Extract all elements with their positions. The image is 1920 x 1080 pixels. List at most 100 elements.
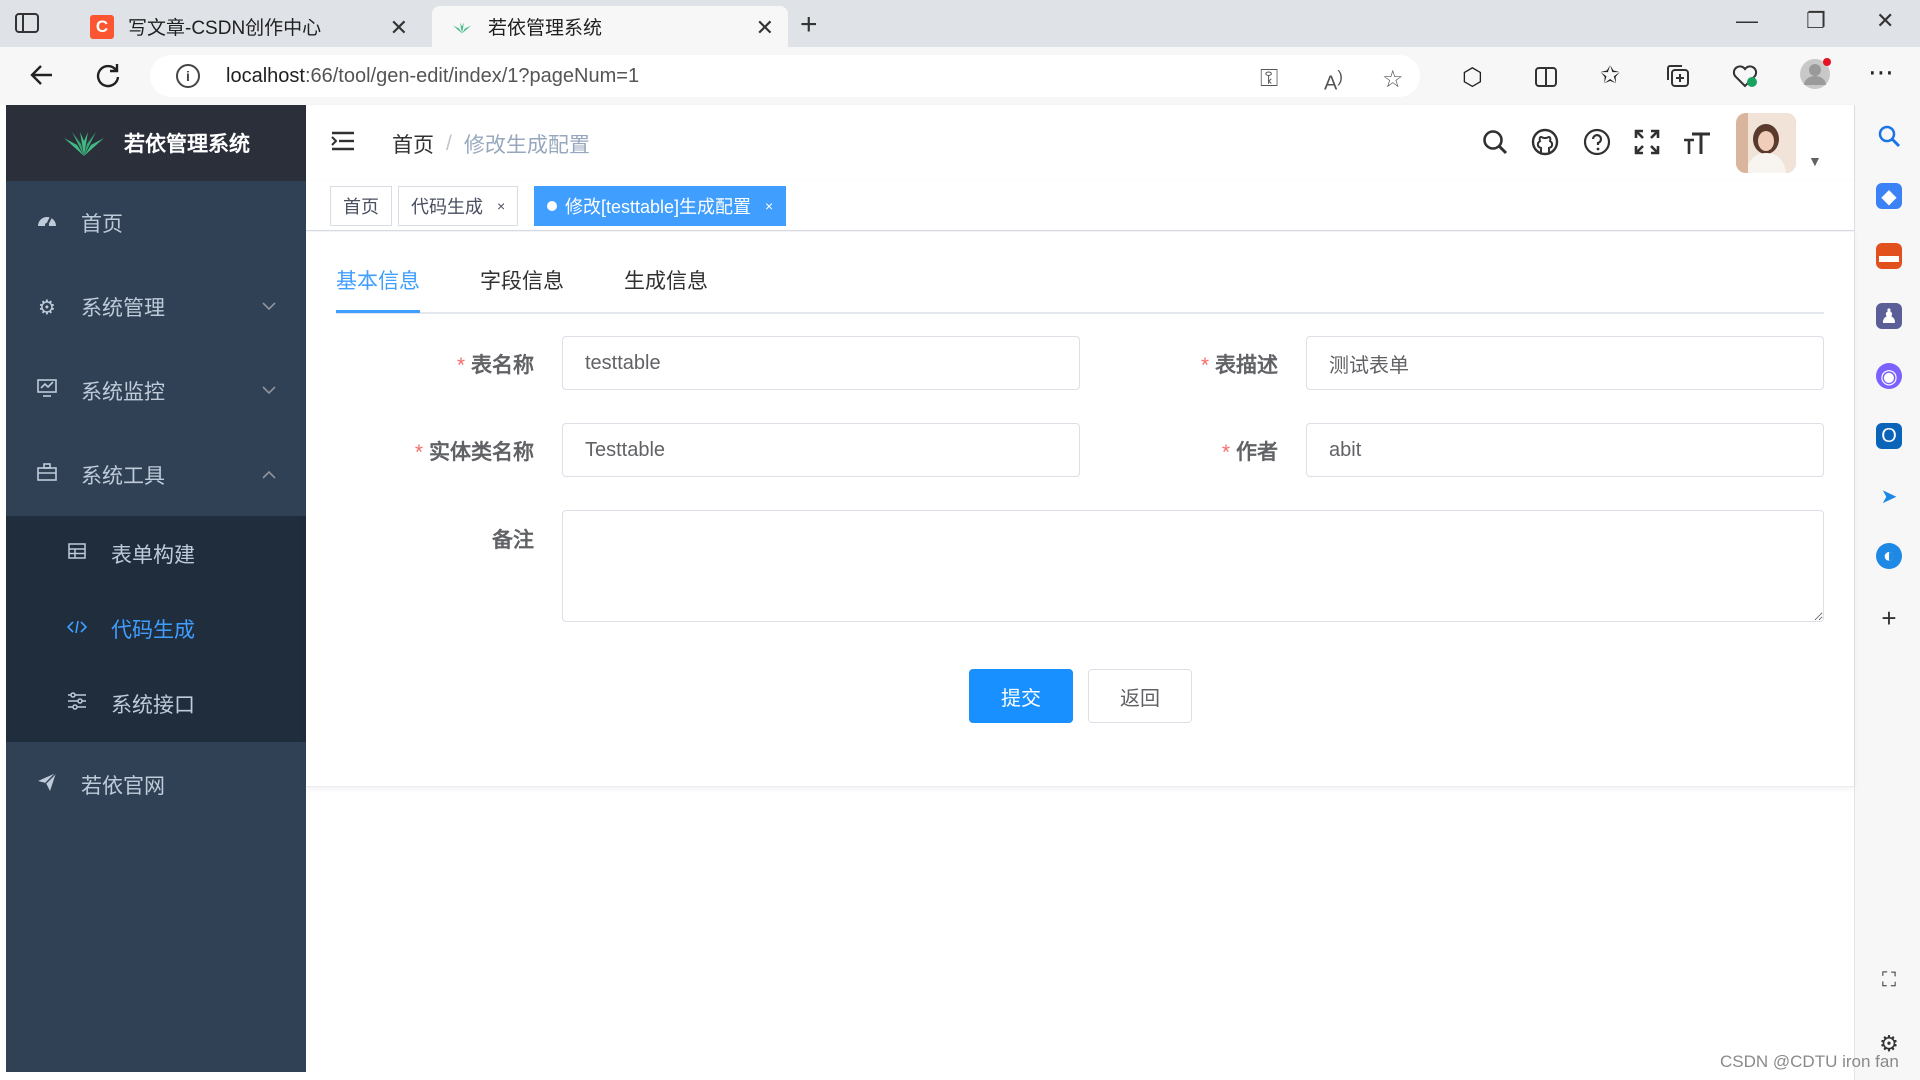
table-icon [64, 543, 90, 564]
sidebar-logo[interactable]: 若依管理系统 [6, 105, 306, 181]
search-icon[interactable] [1876, 123, 1902, 149]
favorites-icon[interactable]: ✩ [1600, 61, 1620, 90]
sidebar-subitem-label: 代码生成 [111, 618, 195, 642]
table-name-input[interactable] [562, 336, 1080, 390]
sidebar-subitem-code-gen[interactable]: 代码生成 [6, 591, 306, 666]
read-aloud-icon[interactable]: A) [1324, 67, 1343, 96]
sidebar-item-label: 若依官网 [81, 775, 165, 798]
fullscreen-icon[interactable] [1630, 125, 1664, 159]
sidebar-subitem-label: 表单构建 [111, 543, 195, 567]
url-path: :66/tool/gen-edit/index/1?pageNum=1 [304, 64, 640, 87]
font-size-icon[interactable] [1680, 125, 1714, 159]
sidebar-item-system-management[interactable]: ⚙ 系统管理 [6, 265, 306, 349]
browser-tab-ruoyi[interactable]: 若依管理系统 ✕ [432, 6, 788, 47]
hamburger-icon[interactable] [330, 129, 356, 158]
sidebar-item-label: 系统工具 [81, 465, 165, 488]
sidebar-item-ruoyi-website[interactable]: 若依官网 [6, 743, 306, 827]
required-mark: * [456, 354, 465, 377]
close-icon[interactable]: × [497, 198, 505, 214]
browser-address-bar: i localhost:66/tool/gen-edit/index/1?pag… [0, 47, 1920, 105]
favorite-star-icon[interactable]: ☆ [1382, 65, 1404, 94]
watermark-text: CSDN @CDTU iron fan [1720, 1052, 1899, 1071]
active-dot-icon [547, 201, 557, 211]
key-icon[interactable]: ⚿ [1260, 65, 1278, 93]
label-text: 表名称 [471, 354, 534, 377]
monitor-icon [34, 378, 60, 404]
sidebar-subitem-form-builder[interactable]: 表单构建 [6, 516, 306, 591]
tab-basic-info[interactable]: 基本信息 [336, 266, 420, 312]
sliders-icon [64, 692, 90, 715]
help-question-icon[interactable] [1580, 125, 1614, 159]
send-tool-icon[interactable]: ➤ [1876, 483, 1902, 509]
breadcrumb: 首页 / 修改生成配置 [392, 129, 590, 159]
restore-icon[interactable]: ❐ [1806, 8, 1826, 34]
search-icon[interactable] [1478, 125, 1512, 159]
breadcrumb-current: 修改生成配置 [463, 134, 590, 157]
chevron-up-icon [262, 466, 276, 484]
outlook-icon[interactable]: O [1876, 423, 1902, 449]
extensions-icon[interactable]: ⬡ [1462, 63, 1483, 92]
edge-drop-icon[interactable]: ◐ [1876, 543, 1902, 569]
ruoyi-favicon-icon [450, 15, 474, 39]
profile-avatar-icon[interactable] [1798, 57, 1832, 98]
reload-icon[interactable] [94, 61, 122, 96]
games-icon[interactable]: ♟ [1876, 303, 1902, 329]
browser-essentials-icon[interactable] [1732, 63, 1758, 95]
close-icon[interactable]: × [765, 198, 773, 214]
back-icon[interactable] [28, 61, 56, 96]
collections-icon[interactable] [1666, 63, 1690, 95]
tab-gen-info[interactable]: 生成信息 [624, 266, 708, 312]
required-mark: * [414, 441, 423, 464]
browser-tab-csdn[interactable]: C 写文章-CSDN创作中心 ✕ [72, 6, 422, 47]
close-window-icon[interactable]: ✕ [1876, 8, 1894, 34]
app-title: 若依管理系统 [124, 133, 250, 156]
tag-code-gen[interactable]: 代码生成 × [398, 186, 519, 226]
form-tabs: 基本信息 字段信息 生成信息 [336, 266, 1824, 314]
github-icon[interactable] [1528, 125, 1562, 159]
gear-icon: ⚙ [38, 296, 56, 319]
caret-down-icon[interactable]: ▼ [1808, 153, 1822, 169]
back-button[interactable]: 返回 [1088, 669, 1192, 723]
more-menu-icon[interactable]: ⋯ [1868, 57, 1894, 88]
tab-field-info[interactable]: 字段信息 [480, 266, 564, 312]
class-name-label: * 实体类名称 [366, 436, 534, 466]
ruoyi-logo-icon [64, 132, 104, 156]
sidebar-subitem-label: 系统接口 [111, 693, 195, 717]
sidebar-item-home[interactable]: 首页 [6, 181, 306, 265]
system-tools-submenu: 表单构建 代码生成 系统接口 [6, 516, 306, 742]
table-desc-input[interactable] [1306, 336, 1824, 390]
tools-briefcase-icon[interactable]: ▬ [1876, 243, 1902, 269]
site-info-icon[interactable]: i [176, 64, 200, 88]
table-desc-label: * 表描述 [1106, 349, 1278, 379]
csdn-favicon-icon: C [90, 14, 114, 39]
author-label: * 作者 [1106, 436, 1278, 466]
navbar: 首页 / 修改生成配置 ▼ [306, 105, 1854, 181]
toolbox-icon [34, 463, 60, 487]
copilot-icon[interactable]: ◉ [1876, 363, 1902, 389]
url-bar[interactable]: i localhost:66/tool/gen-edit/index/1?pag… [150, 55, 1420, 97]
url-host: localhost [226, 64, 305, 87]
close-icon[interactable]: ✕ [756, 15, 774, 41]
add-icon[interactable]: + [1876, 603, 1902, 633]
submit-button[interactable]: 提交 [969, 669, 1073, 723]
tab-actions-icon[interactable] [14, 12, 40, 34]
new-tab-icon[interactable]: + [800, 8, 818, 42]
user-avatar[interactable] [1736, 113, 1796, 173]
remark-textarea[interactable] [562, 510, 1824, 622]
tag-edit-gen-config[interactable]: 修改[testtable]生成配置 × [534, 186, 787, 226]
screenshot-icon[interactable]: ⛶ [1876, 967, 1902, 993]
tag-home[interactable]: 首页 [330, 186, 392, 226]
shopping-tag-icon[interactable]: ◆ [1876, 183, 1902, 209]
breadcrumb-home[interactable]: 首页 [392, 129, 434, 159]
close-icon[interactable]: ✕ [390, 15, 408, 41]
tag-label: 首页 [343, 197, 379, 217]
browser-tab-title: 若依管理系统 [488, 18, 603, 39]
minimize-icon[interactable]: — [1736, 8, 1758, 34]
split-screen-icon[interactable] [1534, 63, 1558, 95]
class-name-input[interactable] [562, 423, 1080, 477]
sidebar-item-system-tools[interactable]: 系统工具 [6, 433, 306, 517]
app-sidebar: 若依管理系统 首页 ⚙ 系统管理 系统监控 系统工具 表单构建 代码生成 系统接… [6, 105, 306, 1072]
author-input[interactable] [1306, 423, 1824, 477]
sidebar-item-system-monitor[interactable]: 系统监控 [6, 349, 306, 433]
sidebar-subitem-system-api[interactable]: 系统接口 [6, 666, 306, 741]
